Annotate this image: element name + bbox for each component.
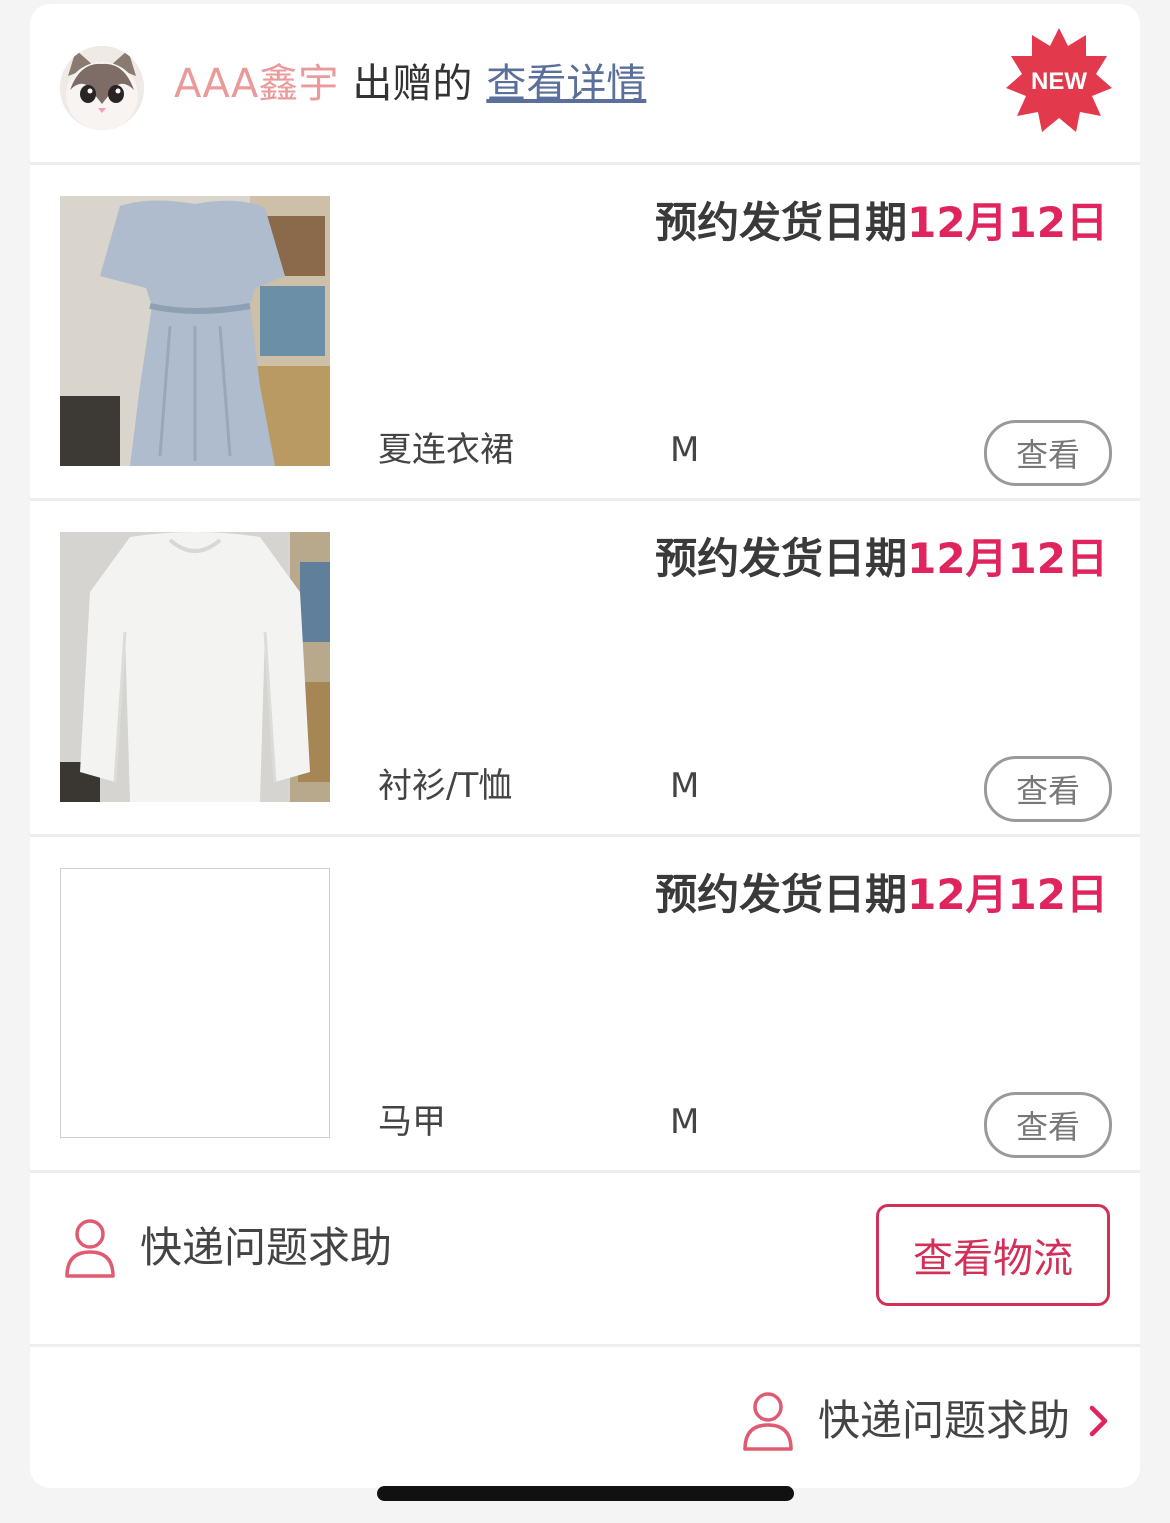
view-details-link[interactable]: 查看详情 — [486, 61, 646, 107]
item-size: M — [670, 430, 700, 470]
view-button[interactable]: 查看 — [984, 756, 1112, 822]
home-indicator — [377, 1486, 794, 1501]
item-thumbnail-placeholder[interactable] — [60, 868, 330, 1138]
donation-card: AAA鑫宇 出赠的 查看详情 NEW 预约发货日期12月12日 夏连衣裙 M 查看 — [30, 4, 1140, 1488]
item-name: 夏连衣裙 — [378, 430, 514, 470]
ship-date-value: 12月12日 — [907, 870, 1108, 919]
view-button[interactable]: 查看 — [984, 1092, 1112, 1158]
ship-date: 预约发货日期12月12日 — [655, 531, 1108, 587]
ship-date-label: 预约发货日期 — [655, 534, 908, 583]
person-icon — [65, 1219, 115, 1278]
view-button[interactable]: 查看 — [984, 420, 1112, 486]
person-icon — [743, 1392, 793, 1451]
ship-date-label: 预约发货日期 — [655, 870, 908, 919]
ship-date-value: 12月12日 — [907, 534, 1108, 583]
item-size: M — [670, 1102, 700, 1142]
avatar[interactable] — [60, 46, 144, 130]
donor-name[interactable]: AAA鑫宇 — [174, 61, 338, 107]
new-badge-label: NEW — [1031, 68, 1087, 95]
new-badge: NEW — [1006, 28, 1112, 132]
cat-avatar-image — [60, 46, 144, 130]
ship-date: 预约发货日期12月12日 — [655, 867, 1108, 923]
chevron-right-icon — [1089, 1405, 1108, 1437]
item-thumbnail[interactable] — [60, 196, 330, 466]
shirt-photo — [60, 532, 330, 802]
view-logistics-button[interactable]: 查看物流 — [876, 1204, 1110, 1306]
header-text: AAA鑫宇 出赠的 查看详情 — [174, 56, 646, 112]
list-item: 预约发货日期12月12日 衬衫/T恤 M 查看 — [30, 501, 1140, 837]
item-name: 衬衫/T恤 — [378, 766, 513, 806]
list-item: 预约发货日期12月12日 马甲 M 查看 — [30, 837, 1140, 1173]
shipping-help-row: 快递问题求助 查看物流 — [30, 1174, 1140, 1347]
list-item: 预约发货日期12月12日 夏连衣裙 M 查看 — [30, 165, 1140, 501]
dress-photo — [60, 196, 330, 466]
shipping-help-link-label: 快递问题求助 — [817, 1396, 1070, 1445]
item-thumbnail[interactable] — [60, 532, 330, 802]
item-size: M — [670, 766, 700, 806]
ship-date-label: 预约发货日期 — [655, 198, 908, 247]
item-name: 马甲 — [378, 1102, 446, 1142]
shipping-help-label[interactable]: 快递问题求助 — [140, 1220, 392, 1276]
donation-header: AAA鑫宇 出赠的 查看详情 NEW — [30, 4, 1140, 165]
shipping-help-link[interactable]: 快递问题求助 — [742, 1391, 1110, 1451]
ship-date-value: 12月12日 — [907, 198, 1108, 247]
ship-date: 预约发货日期12月12日 — [655, 195, 1108, 251]
footer-row: 快递问题求助 — [30, 1347, 1140, 1488]
donate-verb: 出赠的 — [352, 61, 473, 107]
